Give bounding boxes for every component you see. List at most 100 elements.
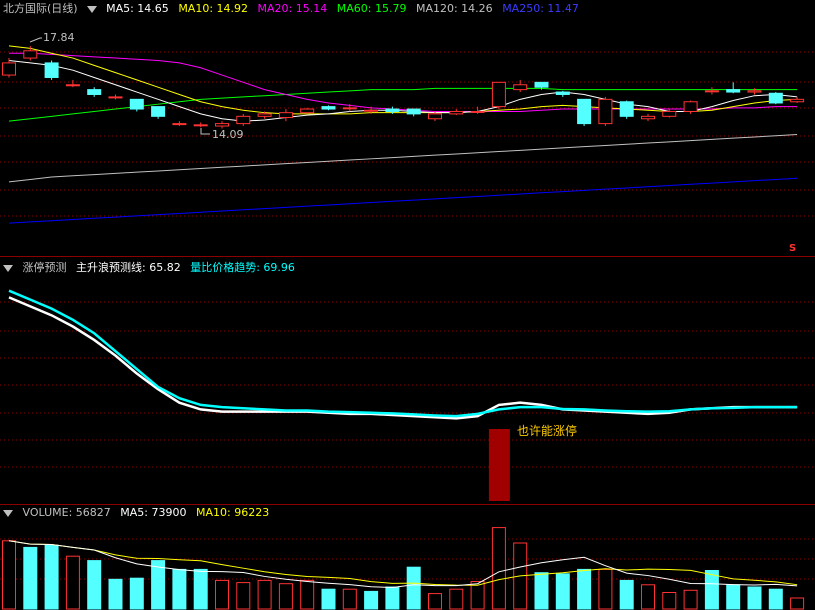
- candle-body: [428, 113, 442, 120]
- candle-body: [598, 98, 613, 125]
- candle-body: [151, 106, 166, 117]
- main-wave-readout: 主升浪预测线: 65.82: [76, 261, 181, 274]
- price-chart[interactable]: [0, 0, 815, 255]
- candle-body: [215, 123, 229, 127]
- candle-body: [534, 81, 549, 88]
- candle-body: [491, 81, 506, 108]
- volume-bar: [278, 583, 293, 610]
- candle: [577, 98, 592, 127]
- volume-bar: [790, 597, 805, 610]
- candle-body: [577, 98, 592, 125]
- candle: [619, 100, 634, 119]
- high-marker-leader: [29, 37, 42, 43]
- candle-body: [172, 123, 187, 126]
- candle-body: [257, 113, 272, 117]
- candle: [321, 105, 336, 111]
- ma60-line: [8, 87, 798, 122]
- volume-bar: [65, 555, 80, 610]
- volume-readout: VOLUME: 56827: [22, 506, 111, 519]
- volume-bar: [449, 588, 464, 610]
- vol-price-line: [8, 289, 798, 418]
- vol-ma10-readout: MA10: 96223: [195, 506, 270, 519]
- ma10-readout: MA10: 14.92: [178, 2, 249, 15]
- candle-body: [555, 91, 570, 95]
- candle-body: [704, 90, 719, 93]
- candle: [449, 109, 464, 116]
- ma250-line: [8, 177, 798, 224]
- volume-bar: [108, 578, 123, 610]
- volume-bar: [577, 568, 592, 610]
- limit-up-signal-bar: [488, 429, 510, 501]
- candle: [683, 100, 698, 114]
- candle-body: [747, 90, 762, 93]
- candle: [87, 87, 102, 97]
- volume-bar: [44, 544, 59, 610]
- candle: [193, 122, 208, 128]
- vol-ma5-line: [8, 540, 798, 588]
- volume-bar: [534, 572, 549, 610]
- ma120-line: [8, 134, 798, 183]
- indicator-chart[interactable]: [0, 257, 815, 504]
- indicator-panel[interactable]: 涨停预测 主升浪预测线: 65.82 量比价格趋势: 69.96 也许能涨停: [0, 257, 815, 504]
- volume-bar: [747, 586, 762, 610]
- volume-bar: [598, 568, 613, 610]
- volume-bar: [172, 568, 187, 610]
- candle-body: [641, 115, 655, 120]
- candle: [406, 108, 421, 117]
- volume-bar: [342, 588, 357, 610]
- volume-bar: [428, 593, 442, 610]
- candle: [65, 79, 80, 88]
- volume-panel[interactable]: VOLUME: 56827 MA5: 73900 MA10: 96223: [0, 505, 815, 610]
- volume-bar: [364, 590, 379, 610]
- price-panel[interactable]: 北方国际(日线) MA5: 14.65 MA10: 14.92 MA20: 15…: [0, 0, 815, 255]
- volume-bar: [129, 577, 144, 610]
- candle-body: [2, 62, 16, 76]
- ma20-line: [9, 52, 798, 112]
- candle-body: [87, 89, 102, 95]
- candle-body: [23, 50, 38, 59]
- candle: [151, 106, 166, 119]
- candle-body: [619, 101, 634, 117]
- volume-bar: [215, 579, 229, 610]
- candle-body: [385, 108, 400, 112]
- candle: [641, 113, 655, 122]
- vol-price-readout: 量比价格趋势: 69.96: [190, 261, 295, 274]
- volume-bar: [406, 566, 421, 610]
- dropdown-icon[interactable]: [3, 509, 13, 517]
- candle-body: [790, 98, 805, 103]
- candle-body: [321, 106, 336, 110]
- corner-mark: S: [789, 243, 797, 254]
- candle-body: [662, 110, 677, 117]
- ma10-line: [8, 45, 798, 115]
- dropdown-icon[interactable]: [86, 5, 97, 13]
- ma5-readout: MA5: 14.65: [106, 2, 169, 15]
- ma60-readout: MA60: 15.79: [336, 2, 407, 15]
- candle-body: [236, 115, 251, 125]
- ma5-line: [8, 59, 798, 122]
- ma120-readout: MA120: 14.26: [415, 2, 493, 15]
- candle: [278, 109, 293, 122]
- candle-body: [193, 124, 208, 127]
- vol-ma5-readout: MA5: 73900: [120, 506, 187, 519]
- volume-bar: [385, 586, 400, 610]
- candle-body: [364, 109, 379, 112]
- indicator-name: 涨停预测: [22, 261, 67, 274]
- candle-body: [108, 96, 123, 99]
- main-wave-line: [8, 296, 798, 420]
- limit-up-signal-text: 也许能涨停: [517, 424, 578, 438]
- volume-bar: [683, 589, 698, 610]
- panel-divider-1[interactable]: [0, 256, 815, 257]
- candle-body: [129, 98, 144, 110]
- candle: [768, 92, 783, 105]
- volume-bar: [236, 582, 251, 610]
- candle: [172, 121, 187, 127]
- candle-body: [65, 84, 80, 87]
- low-marker: 14.09: [212, 128, 244, 141]
- candle: [790, 96, 805, 103]
- volume-bar: [257, 579, 272, 610]
- candle-body: [513, 84, 528, 91]
- volume-bar: [641, 584, 655, 610]
- candle: [44, 60, 59, 80]
- candle: [704, 87, 719, 95]
- dropdown-icon[interactable]: [3, 264, 13, 272]
